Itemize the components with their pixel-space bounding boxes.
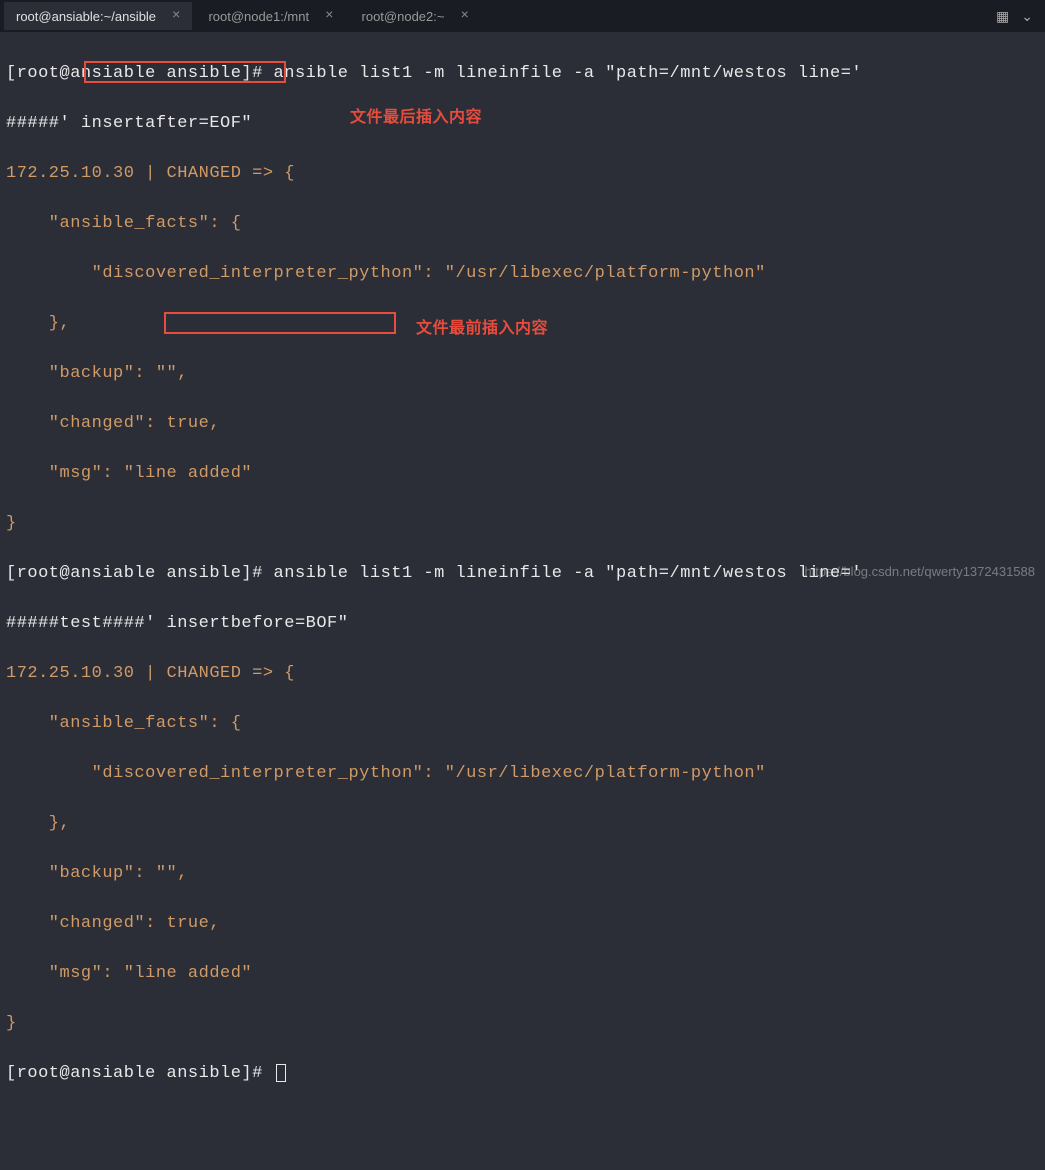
cursor-icon — [276, 1064, 286, 1082]
prompt: [root@ansiable ansible]# — [6, 64, 274, 83]
output-line: "ansible_facts": { — [6, 714, 241, 733]
output-line: "discovered_interpreter_python": "/usr/l… — [6, 764, 766, 783]
close-icon[interactable]: × — [172, 8, 180, 24]
command-text: #####test####' insertbefore=BOF" — [6, 614, 348, 633]
output-line: "changed": true, — [6, 914, 220, 933]
output-line: "ansible_facts": { — [6, 214, 241, 233]
output-line: "backup": "", — [6, 364, 188, 383]
close-icon[interactable]: × — [325, 8, 333, 24]
annotation-text: 文件最后插入内容 — [350, 105, 482, 130]
output-line: 172.25.10.30 | CHANGED => { — [6, 664, 295, 683]
prompt: [root@ansiable ansible]# — [6, 564, 274, 583]
annotation-text: 文件最前插入内容 — [416, 316, 548, 341]
output-line: 172.25.10.30 | CHANGED => { — [6, 164, 295, 183]
tab-node2[interactable]: root@node2:~ × — [350, 2, 481, 30]
output-line: "msg": "line added" — [6, 964, 252, 983]
watermark: https://blog.csdn.net/qwerty1372431588 — [804, 564, 1035, 579]
tab-node1[interactable]: root@node1:/mnt × — [196, 2, 345, 30]
tab-label: root@node2:~ — [362, 9, 445, 24]
command-text: ansible list1 -m lineinfile -a "path=/mn… — [274, 64, 863, 83]
output-line: } — [6, 514, 17, 533]
tab-ansible[interactable]: root@ansiable:~/ansible × — [4, 2, 192, 30]
grid-icon[interactable]: ▦ — [996, 8, 1009, 25]
output-line: }, — [6, 314, 70, 333]
terminal-content[interactable]: [root@ansiable ansible]# ansible list1 -… — [0, 32, 1045, 1170]
output-line: "msg": "line added" — [6, 464, 252, 483]
tab-label: root@node1:/mnt — [208, 9, 309, 24]
output-line: "discovered_interpreter_python": "/usr/l… — [6, 264, 766, 283]
tab-label: root@ansiable:~/ansible — [16, 9, 156, 24]
output-line: } — [6, 1014, 17, 1033]
output-line: }, — [6, 814, 70, 833]
command-text: ansible list1 -m lineinfile -a "path=/mn… — [274, 564, 863, 583]
close-icon[interactable]: × — [460, 8, 468, 24]
output-line: "backup": "", — [6, 864, 188, 883]
tab-bar: root@ansiable:~/ansible × root@node1:/mn… — [0, 0, 1045, 32]
prompt: [root@ansiable ansible]# — [6, 1064, 274, 1083]
output-line: "changed": true, — [6, 414, 220, 433]
tab-controls: ▦ ⌄ — [988, 8, 1041, 25]
command-text: #####' insertafter=EOF" — [6, 114, 252, 133]
chevron-down-icon[interactable]: ⌄ — [1021, 8, 1033, 25]
